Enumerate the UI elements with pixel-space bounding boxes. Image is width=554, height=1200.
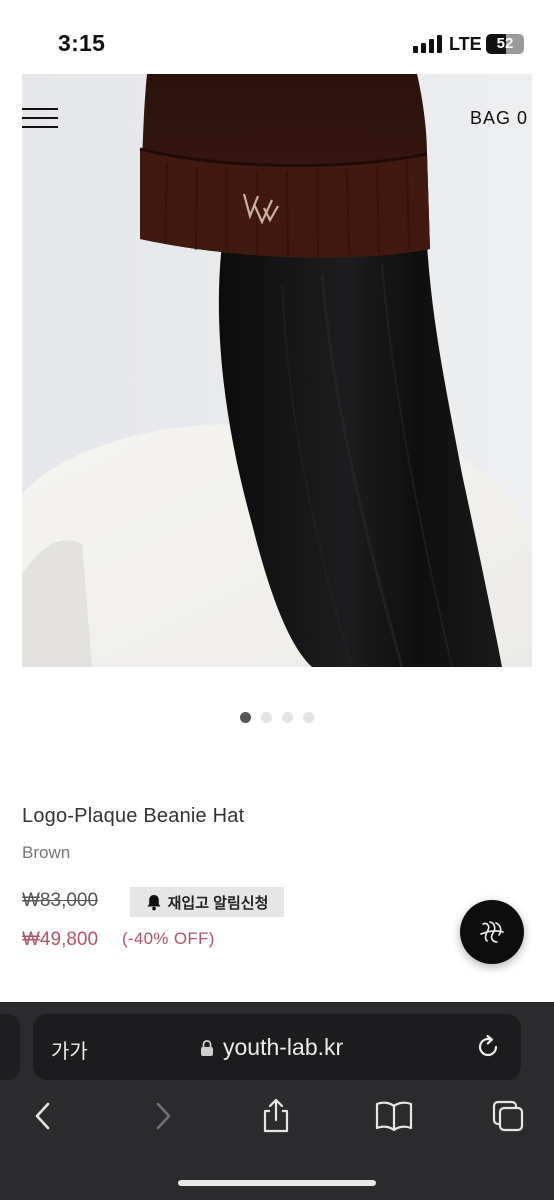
browser-toolbar: 가가 youth-lab.kr <box>0 1002 554 1200</box>
address-bar[interactable]: 가가 youth-lab.kr <box>33 1014 521 1080</box>
restock-alert-button[interactable]: 재입고 알림신청 <box>130 887 284 917</box>
discount-badge: (-40% OFF) <box>122 929 215 948</box>
text-size-button[interactable]: 가가 <box>51 1035 88 1064</box>
carousel-dot[interactable] <box>282 712 293 723</box>
original-price: ₩83,000 <box>22 890 99 911</box>
brand-logo-floating-button[interactable] <box>460 900 524 964</box>
tabs-icon[interactable] <box>491 1098 525 1134</box>
forward-arrow-icon[interactable] <box>146 1098 180 1134</box>
carousel-dot[interactable] <box>261 712 272 723</box>
reload-icon[interactable] <box>475 1034 501 1060</box>
carousel-dot[interactable] <box>303 712 314 723</box>
carousel-indicator <box>0 712 554 723</box>
hamburger-menu-icon[interactable] <box>22 108 58 130</box>
network-type: LTE <box>449 34 482 54</box>
bag-link[interactable]: BAG 0 <box>470 108 528 129</box>
product-image[interactable] <box>22 74 532 667</box>
lock-icon <box>201 1040 213 1056</box>
brand-monogram-icon <box>480 921 504 943</box>
url-text[interactable]: youth-lab.kr <box>223 1034 343 1061</box>
product-title: Logo-Plaque Beanie Hat <box>22 805 245 827</box>
battery-icon: 52 <box>486 34 524 54</box>
bell-icon <box>147 894 161 910</box>
restock-alert-label: 재입고 알림신청 <box>167 894 269 912</box>
carousel-dot[interactable] <box>240 712 251 723</box>
back-arrow-icon[interactable] <box>26 1098 60 1134</box>
share-icon[interactable] <box>259 1098 293 1134</box>
bookmarks-book-icon[interactable] <box>374 1098 414 1134</box>
status-bar: 3:15 LTE 52 <box>0 0 554 74</box>
cellular-signal-icon <box>413 35 443 53</box>
product-color: Brown <box>22 843 71 862</box>
home-indicator <box>178 1180 376 1186</box>
sale-price: ₩49,800 <box>22 929 99 950</box>
previous-tab-preview[interactable] <box>0 1014 20 1080</box>
status-time: 3:15 <box>58 30 106 56</box>
battery-percent: 52 <box>496 35 514 52</box>
